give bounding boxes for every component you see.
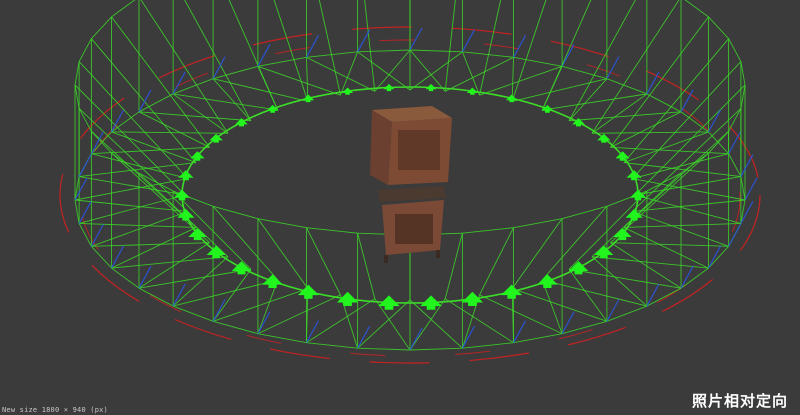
cabinet-shelf: [378, 186, 446, 202]
caption-title: 照片相对定向: [691, 392, 788, 410]
camera-axis: [212, 56, 226, 79]
camera-marker-arrow: [626, 170, 642, 181]
camera-marker-arrow: [190, 151, 205, 161]
camera-frustum: [172, 0, 278, 122]
camera-frustum: [110, 0, 228, 148]
camera-frustum: [212, 0, 308, 111]
camera-axis: [561, 311, 575, 334]
camera-frustum: [257, 0, 341, 102]
cabinet-panel: [398, 130, 440, 170]
camera-frustum: [74, 61, 188, 201]
camera-frustum: [610, 16, 729, 163]
camera-marker-arrow: [501, 284, 523, 299]
camera-frustum: [569, 172, 694, 307]
cabinet-leg: [384, 255, 388, 263]
cabinet-side: [370, 110, 392, 185]
cabinet-leg: [436, 250, 440, 258]
camera-axis: [512, 35, 527, 58]
camera-frustum: [541, 0, 648, 122]
camera-frustum: [610, 131, 742, 269]
camera-axis: [110, 109, 125, 133]
camera-axis: [744, 177, 758, 201]
camera-axis: [409, 27, 423, 51]
camera-axis: [707, 109, 722, 133]
camera-frustum: [479, 0, 563, 102]
camera-axis: [357, 29, 371, 53]
camera-axis: [257, 44, 271, 67]
cabinet-drawer: [395, 214, 433, 244]
camera-marker-arrow: [178, 170, 194, 181]
camera-axis: [357, 325, 371, 349]
camera-axis: [138, 265, 152, 289]
camera-marker-arrow: [262, 274, 283, 289]
camera-marker-arrow: [629, 189, 647, 201]
camera-axis: [305, 35, 320, 58]
camera-marker-arrow: [173, 189, 191, 201]
camera-frustum: [357, 0, 411, 92]
camera-axis: [78, 154, 92, 177]
camera-marker-arrow: [615, 151, 630, 161]
camera-frustum: [138, 0, 251, 134]
camera-axis: [680, 265, 694, 289]
camera-frustum: [306, 227, 376, 349]
camera-orientation-scene[interactable]: [0, 0, 800, 415]
camera-axis: [561, 44, 575, 67]
camera-axis: [305, 320, 320, 343]
camera-axis: [409, 327, 423, 351]
camera-axis: [606, 299, 620, 322]
camera-frustum: [305, 0, 376, 96]
camera-axis: [461, 29, 475, 53]
camera-frustum: [444, 0, 514, 96]
camera-frustum: [479, 218, 575, 344]
camera-frustum: [512, 205, 620, 335]
3d-viewport[interactable]: New size 1800 × 940 (px) 照片相对定向: [0, 0, 800, 415]
point-cloud-cabinet[interactable]: [370, 106, 452, 263]
camera-frustum: [91, 131, 210, 269]
status-text: New size 1800 × 940 (px): [2, 406, 108, 414]
camera-axis: [740, 154, 754, 177]
camera-axis: [512, 320, 527, 343]
camera-axis: [78, 201, 92, 224]
camera-frustum: [568, 0, 682, 134]
camera-frustum: [78, 38, 197, 180]
camera-frustum: [511, 0, 608, 111]
camera-frustum: [409, 0, 463, 92]
camera-marker-arrow: [297, 284, 319, 299]
camera-marker-arrow: [537, 274, 558, 289]
camera-axis: [728, 131, 742, 154]
camera-axis: [172, 283, 186, 307]
camera-frustum: [111, 152, 229, 289]
